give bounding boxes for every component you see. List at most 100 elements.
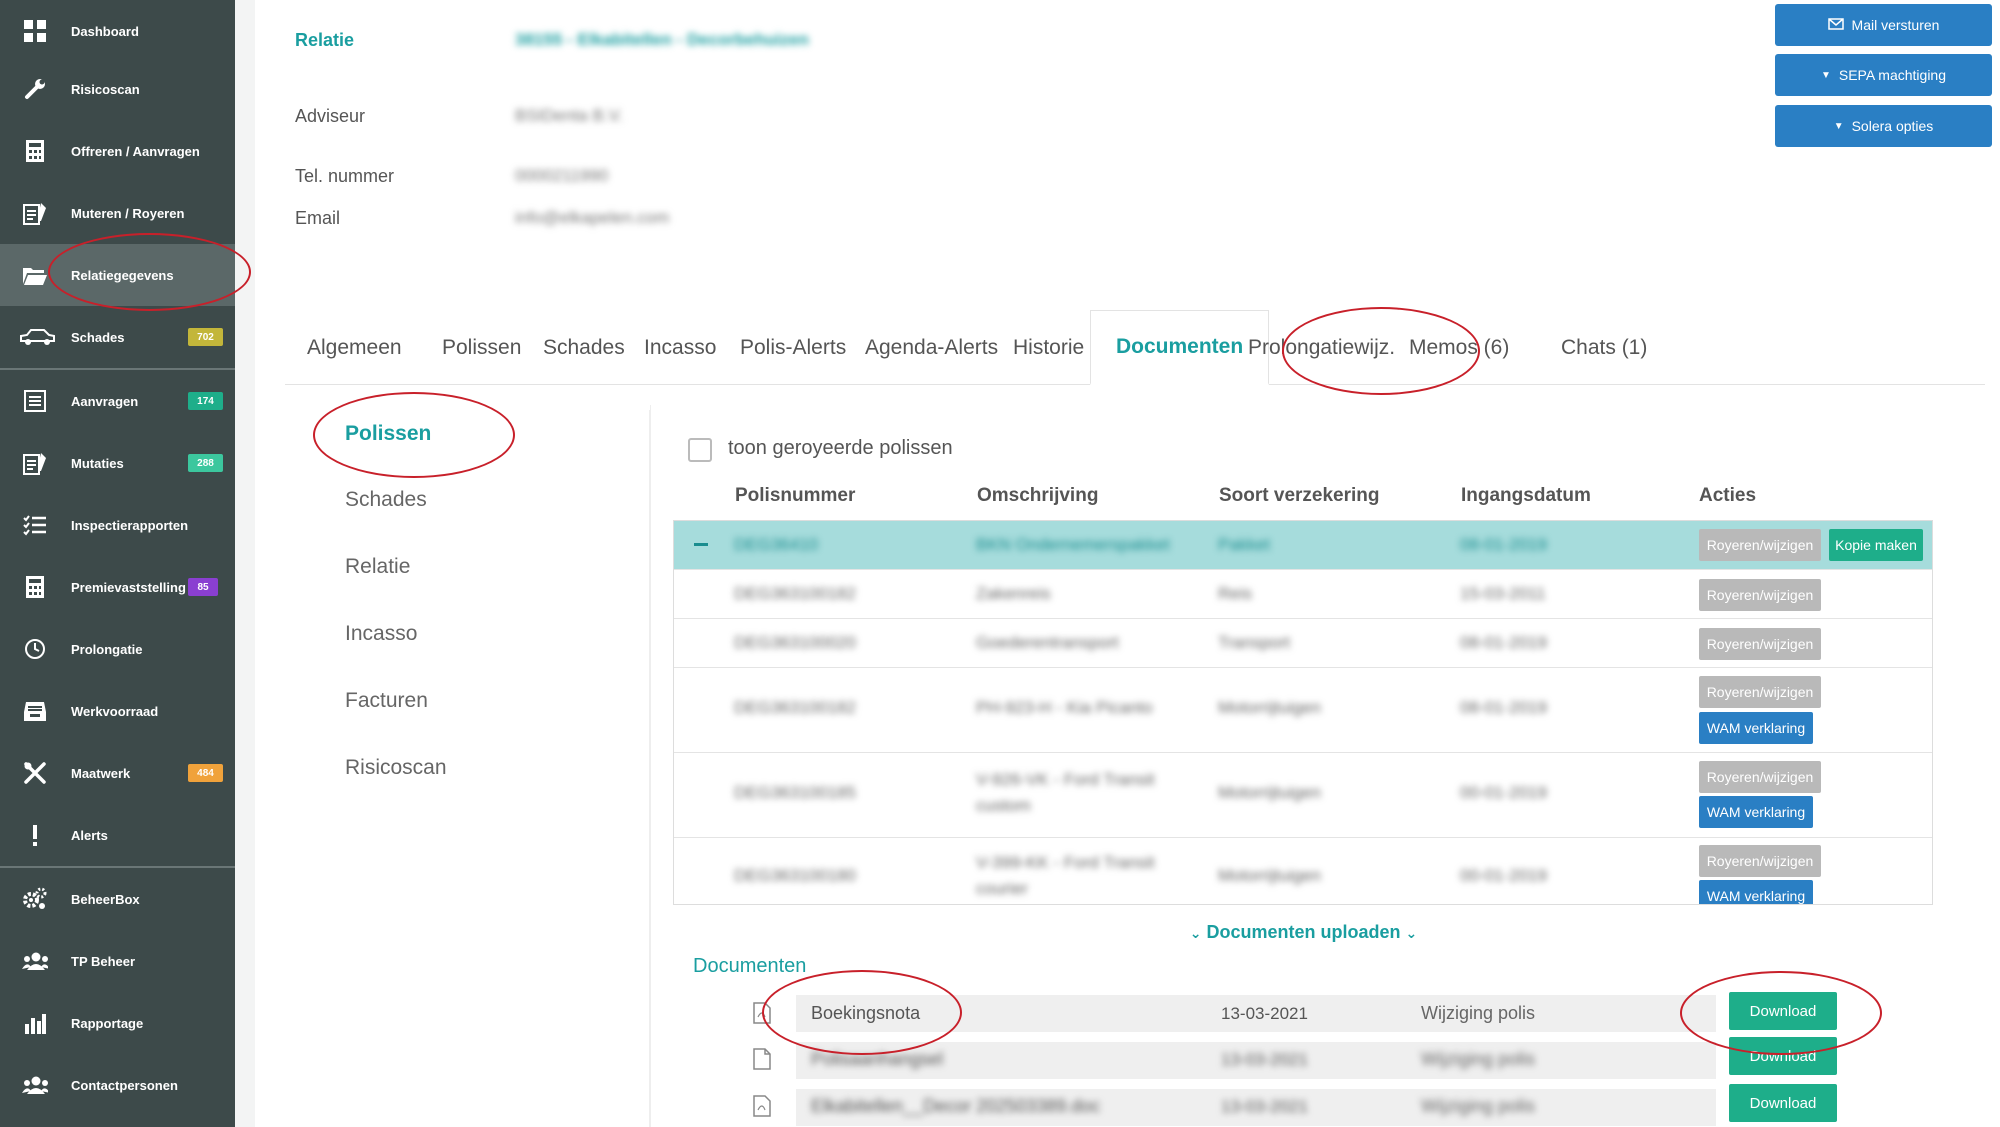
subnav-facturen[interactable]: Facturen xyxy=(345,689,428,713)
column-header: Soort verzekering xyxy=(1219,485,1380,506)
table-row[interactable]: DEG363100020 Goederentransport Transport… xyxy=(674,619,1932,668)
clock-icon xyxy=(22,636,48,662)
policy-description: V-399-KK - Ford Transit courier xyxy=(976,853,1155,898)
wam-verklaring-button[interactable]: WAM verklaring xyxy=(1699,880,1813,904)
sidebar-item-rapportage[interactable]: Rapportage xyxy=(0,992,235,1054)
sidebar-item-risicoscan[interactable]: Risicoscan xyxy=(0,58,235,120)
tab-historie[interactable]: Historie xyxy=(1013,310,1084,385)
policy-number[interactable]: DEG363100182 xyxy=(734,584,856,604)
policy-type: Pakket xyxy=(1218,535,1270,554)
policy-type: Motorrijtuigen xyxy=(1218,698,1321,717)
document-name[interactable]: Boekingsnota xyxy=(811,1003,920,1024)
sidebar: Dashboard Risicoscan Offreren / Aanvrage… xyxy=(0,0,235,1127)
table-row[interactable]: DEG363100182 Zakenreis Reis 15-03-2011 R… xyxy=(674,570,1932,619)
download-button[interactable]: Download xyxy=(1729,1084,1837,1122)
tab-documenten[interactable]: Documenten xyxy=(1090,310,1270,385)
royeren-wijzigen-button[interactable]: Royeren/wijzigen xyxy=(1699,628,1821,660)
show-cancelled-checkbox[interactable] xyxy=(688,438,712,462)
subnav-schades[interactable]: Schades xyxy=(345,488,427,512)
subnav-risicoscan[interactable]: Risicoscan xyxy=(345,756,447,780)
envelope-icon xyxy=(1827,17,1844,33)
policy-number[interactable]: DEG36410 xyxy=(734,535,818,555)
policy-type: Reis xyxy=(1218,584,1253,603)
kopie-maken-button[interactable]: Kopie maken xyxy=(1829,529,1923,561)
table-row[interactable]: DEG363100182 PH-923-H - Kia Picanto Moto… xyxy=(674,668,1932,753)
sidebar-item-maatwerk[interactable]: Maatwerk 484 xyxy=(0,742,235,804)
relatie-label: Relatie xyxy=(295,30,355,50)
sidebar-item-muteren[interactable]: Muteren / Royeren xyxy=(0,182,235,244)
sidebar-item-contactpersonen[interactable]: Contactpersonen xyxy=(0,1054,235,1116)
sidebar-item-label: Werkvoorraad xyxy=(71,703,159,719)
sidebar-item-werkvoorraad[interactable]: Werkvoorraad xyxy=(0,680,235,742)
tab-agenda-alerts[interactable]: Agenda-Alerts xyxy=(865,310,998,385)
sidebar-item-tp-beheer[interactable]: TP Beheer xyxy=(0,930,235,992)
tab-prolongatiewijz[interactable]: Prolongatiewijz. xyxy=(1248,310,1395,385)
sidebar-item-mutaties[interactable]: Mutaties 288 xyxy=(0,432,235,494)
mail-versturen-button[interactable]: Mail versturen xyxy=(1775,4,1992,46)
subnav-polissen[interactable]: Polissen xyxy=(345,422,431,446)
policy-description: PH-923-H - Kia Picanto xyxy=(976,698,1153,717)
document-name[interactable]: Elkabitellen__Decor 202503389.doc xyxy=(811,1096,1100,1117)
tools-icon xyxy=(22,760,48,786)
documenten-uploaden-toggle[interactable]: ⌄ Documenten uploaden ⌄ xyxy=(651,922,1956,943)
royeren-wijzigen-button[interactable]: Royeren/wijzigen xyxy=(1699,676,1821,708)
tel-value: 0000211990 xyxy=(515,166,609,185)
sidebar-item-dashboard[interactable]: Dashboard xyxy=(0,0,235,62)
solera-opties-button[interactable]: ▼ Solera opties xyxy=(1775,105,1992,147)
sidebar-item-label: Relatiegegevens xyxy=(71,267,174,283)
policy-description: Zakenreis xyxy=(976,584,1051,603)
policy-number[interactable]: DEG363100180 xyxy=(734,866,856,886)
count-badge: 288 xyxy=(188,454,223,472)
tab-algemeen[interactable]: Algemeen xyxy=(307,310,402,385)
count-badge: 85 xyxy=(188,578,218,596)
sidebar-item-schades[interactable]: Schades 702 xyxy=(0,306,235,368)
sidebar-item-label: Offreren / Aanvragen xyxy=(71,143,200,159)
table-row[interactable]: DEG36410 BKN Ondernemerspakket Pakket 08… xyxy=(674,521,1932,570)
checklist-icon xyxy=(22,512,48,538)
wam-verklaring-button[interactable]: WAM verklaring xyxy=(1699,796,1813,828)
tab-schades[interactable]: Schades xyxy=(543,310,625,385)
policy-description: Goederentransport xyxy=(976,633,1119,652)
caret-down-icon: ▼ xyxy=(1820,69,1831,81)
policy-description: BKN Ondernemerspakket xyxy=(976,535,1170,554)
policy-start-date: 08-01-2019 xyxy=(1460,633,1547,652)
royeren-wijzigen-button[interactable]: Royeren/wijzigen xyxy=(1699,579,1821,611)
sidebar-item-offreren[interactable]: Offreren / Aanvragen xyxy=(0,120,235,182)
sidebar-item-beheerbox[interactable]: BeheerBox xyxy=(0,868,235,930)
policy-start-date: 15-03-2011 xyxy=(1460,584,1546,603)
tab-polissen[interactable]: Polissen xyxy=(442,310,521,385)
sidebar-item-label: Dashboard xyxy=(71,23,139,39)
sidebar-item-label: Schades xyxy=(71,329,125,345)
subnav-relatie[interactable]: Relatie xyxy=(345,555,410,579)
download-button[interactable]: Download xyxy=(1729,1037,1837,1075)
tab-memos[interactable]: Memos (6) xyxy=(1409,310,1509,385)
table-row[interactable]: DEG363100180 V-399-KK - Ford Transit cou… xyxy=(674,838,1932,904)
count-badge: 484 xyxy=(188,764,223,782)
column-header: Omschrijving xyxy=(977,485,1099,506)
policy-number[interactable]: DEG363100185 xyxy=(734,783,856,803)
relatie-value[interactable]: 38155 - Elkabitellen - Decorbehuizen xyxy=(515,30,809,50)
sidebar-item-aanvragen[interactable]: Aanvragen 174 xyxy=(0,370,235,432)
sidebar-item-relatiegegevens[interactable]: Relatiegegevens xyxy=(0,244,235,306)
sidebar-item-alerts[interactable]: Alerts xyxy=(0,804,235,866)
subnav-incasso[interactable]: Incasso xyxy=(345,622,417,646)
royeren-wijzigen-button[interactable]: Royeren/wijzigen xyxy=(1699,761,1821,793)
sidebar-item-inspectierapporten[interactable]: Inspectierapporten xyxy=(0,494,235,556)
policy-number[interactable]: DEG363100182 xyxy=(734,698,856,718)
tab-incasso[interactable]: Incasso xyxy=(644,310,716,385)
sidebar-item-label: Risicoscan xyxy=(71,81,140,97)
document-name[interactable]: Polisaanhangsel xyxy=(811,1049,943,1070)
collapse-icon[interactable] xyxy=(694,543,708,546)
royeren-wijzigen-button[interactable]: Royeren/wijzigen xyxy=(1699,845,1821,877)
royeren-wijzigen-button[interactable]: Royeren/wijzigen xyxy=(1699,529,1821,561)
sidebar-item-premievaststelling[interactable]: Premievaststelling 85 xyxy=(0,556,235,618)
table-row[interactable]: DEG363100185 V-926-VK - Ford Transit cus… xyxy=(674,753,1932,838)
policy-number[interactable]: DEG363100020 xyxy=(734,633,856,653)
policies-panel: toon geroyeerde polissen Polisnummer Oms… xyxy=(650,405,1955,1127)
wam-verklaring-button[interactable]: WAM verklaring xyxy=(1699,712,1813,744)
tab-polis-alerts[interactable]: Polis-Alerts xyxy=(740,310,846,385)
sidebar-item-prolongatie[interactable]: Prolongatie xyxy=(0,618,235,680)
tab-chats[interactable]: Chats (1) xyxy=(1561,310,1647,385)
sepa-machtiging-button[interactable]: ▼ SEPA machtiging xyxy=(1775,54,1992,96)
download-button[interactable]: Download xyxy=(1729,992,1837,1030)
